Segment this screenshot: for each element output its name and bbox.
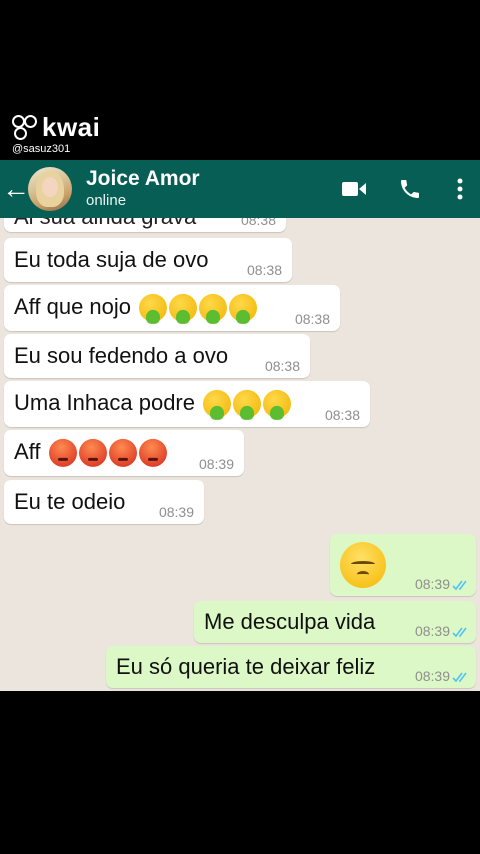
message-text: Eu toda suja de ovo: [14, 247, 209, 272]
nauseated-face-icon: [203, 390, 232, 421]
arrow-back-icon[interactable]: ←: [2, 175, 30, 203]
message-time: 08:39: [414, 668, 450, 684]
kwai-watermark: kwai: [12, 112, 100, 143]
angry-face-icon: [138, 439, 167, 468]
message-time: 08:39: [414, 623, 450, 639]
nauseated-face-icon: [263, 390, 292, 421]
message-text: Uma Inhaca podre: [14, 389, 195, 415]
read-receipt-icon: [452, 580, 467, 591]
kwai-handle: @sasuz301: [12, 143, 71, 155]
message-text: Me desculpa vida: [204, 609, 376, 634]
message-time: 08:39: [414, 576, 450, 592]
message-bubble[interactable]: Me desculpa vida 08:39: [194, 601, 476, 643]
message-bubble[interactable]: Eu te odeio 08:39: [4, 480, 204, 524]
message-text: Eu te odeio: [14, 489, 126, 514]
contact-status: online: [86, 192, 127, 209]
message-bubble[interactable]: Eu só queria te deixar feliz 08:39: [106, 646, 476, 688]
message-text: Aff que nojo: [14, 293, 132, 319]
message-time: 08:38: [324, 407, 360, 423]
read-receipt-icon: [452, 672, 467, 683]
contact-info[interactable]: Joice Amor online: [86, 167, 334, 211]
message-time: 08:39: [198, 456, 234, 472]
message-bubble[interactable]: Eu toda suja de ovo 08:38: [4, 238, 292, 282]
message-bubble[interactable]: Uma Inhaca podre 08:38: [4, 381, 370, 427]
nauseated-face-icon: [199, 294, 228, 325]
nauseated-face-icon: [233, 390, 262, 421]
message-time: 08:38: [246, 262, 282, 278]
more-vert-icon[interactable]: [440, 169, 480, 209]
avatar[interactable]: [28, 167, 72, 211]
pensive-face-icon: [340, 542, 386, 588]
message-time: 08:39: [158, 504, 194, 520]
message-text: Aff: [14, 438, 41, 464]
nauseated-face-icon: [139, 294, 168, 325]
message-bubble[interactable]: Aff que nojo 08:38: [4, 285, 340, 331]
message-bubble[interactable]: 08:39: [330, 534, 476, 596]
phone-icon[interactable]: [390, 169, 430, 209]
message-time: 08:38: [294, 311, 330, 327]
nauseated-face-icon: [169, 294, 198, 325]
angry-face-icon: [78, 439, 107, 468]
message-bubble[interactable]: Eu sou fedendo a ovo 08:38: [4, 334, 310, 378]
chat-area[interactable]: Ai sua ainda grava 08:38 Eu toda suja de…: [0, 218, 480, 691]
message-text: Ai sua ainda grava: [14, 218, 196, 230]
nauseated-face-icon: [229, 294, 258, 325]
message-text: Eu só queria te deixar feliz: [116, 654, 376, 679]
message-bubble[interactable]: Aff 08:39: [4, 430, 244, 476]
video-call-icon[interactable]: [334, 169, 374, 209]
message-bubble[interactable]: Ai sua ainda grava 08:38: [4, 218, 286, 232]
message-text: Eu sou fedendo a ovo: [14, 343, 229, 368]
message-time: 08:38: [264, 358, 300, 374]
kwai-brand: kwai: [42, 112, 101, 142]
message-time: 08:38: [240, 218, 276, 228]
kwai-logo-icon: [12, 114, 38, 141]
angry-face-icon: [48, 439, 77, 468]
read-receipt-icon: [452, 627, 467, 638]
contact-name: Joice Amor: [86, 167, 200, 190]
angry-face-icon: [108, 439, 137, 468]
chat-header: ← Joice Amor online: [0, 160, 480, 218]
